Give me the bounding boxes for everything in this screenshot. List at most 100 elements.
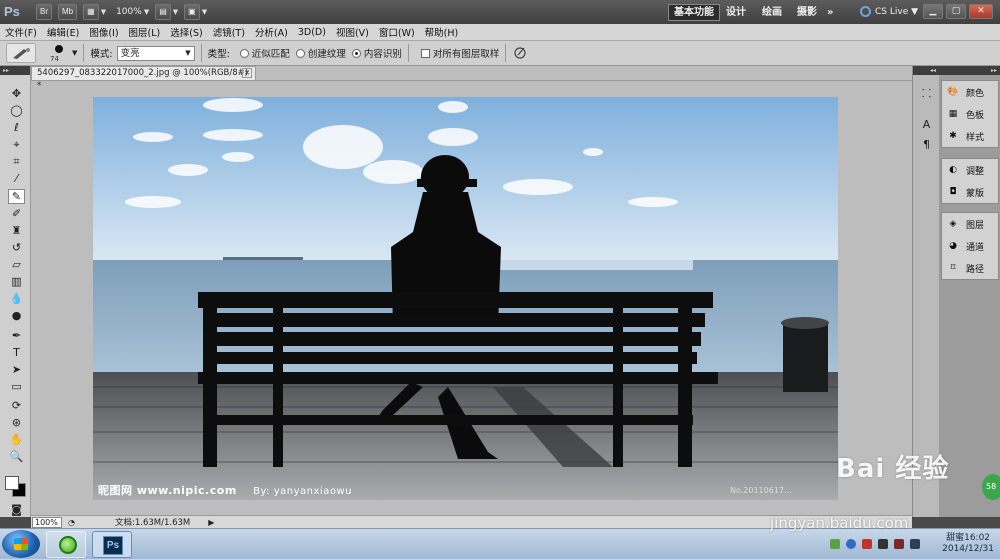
quick-mask-icon[interactable]: ◙ xyxy=(8,502,25,517)
status-options-icon[interactable]: ◔ xyxy=(68,518,75,527)
start-button[interactable] xyxy=(2,530,40,558)
photoshop-window: Ps Br Mb ▦ ▼ 100% ▼ ▤ ▼ ▣ ▼ 基本功能 设计 绘画 摄影 » … xyxy=(0,0,1000,559)
help-icon[interactable] xyxy=(846,539,856,549)
chevron-right-icon[interactable]: ▶ xyxy=(208,518,214,527)
more-workspaces-button[interactable]: » xyxy=(827,4,833,21)
radio-create-texture[interactable] xyxy=(295,48,305,58)
paragraph-panel-icon[interactable]: ¶ xyxy=(918,138,935,154)
eyedropper-tool-icon[interactable]: ⁄ xyxy=(8,171,25,186)
panel-tab-styles[interactable]: ✱ 样式 xyxy=(942,125,998,147)
3d-orbit-tool-icon[interactable]: ⊛ xyxy=(8,415,25,430)
checkbox-label: 对所有图层取样 xyxy=(432,49,500,60)
type-label: 类型: xyxy=(207,49,230,60)
network-icon[interactable] xyxy=(878,539,888,549)
menu-select[interactable]: 选择(S) xyxy=(165,25,207,39)
menu-analysis[interactable]: 分析(A) xyxy=(250,25,293,39)
spot-healing-tool-icon[interactable]: ✎ xyxy=(8,189,25,204)
eraser-tool-icon[interactable]: ▱ xyxy=(8,257,25,272)
3d-rotate-tool-icon[interactable]: ⟳ xyxy=(8,398,25,413)
gradient-tool-icon[interactable]: ▥ xyxy=(8,274,25,289)
crop-tool-icon[interactable]: ⌗ xyxy=(8,154,25,169)
menu-view[interactable]: 视图(V) xyxy=(331,25,374,39)
zoom-field[interactable]: 100% xyxy=(32,516,62,528)
move-tool-icon[interactable]: ✥ xyxy=(8,86,25,101)
close-button[interactable]: ✕ xyxy=(969,4,993,19)
menu-file[interactable]: 文件(F) xyxy=(0,25,42,39)
character-panel-icon[interactable]: A xyxy=(918,118,935,134)
floating-badge[interactable]: 58 xyxy=(982,474,1000,500)
panel-tab-adjustments[interactable]: ◐ 调整 xyxy=(942,159,998,181)
panel-collapse-handle[interactable]: ▸▸ xyxy=(939,66,1000,75)
minimize-button[interactable]: ▁ xyxy=(923,4,943,19)
security-icon[interactable] xyxy=(862,539,872,549)
pen-tool-icon[interactable]: ✒ xyxy=(8,328,25,343)
quick-select-tool-icon[interactable]: ⌖ xyxy=(8,137,25,152)
mask-icon: ◘ xyxy=(949,187,957,197)
menu-layer[interactable]: 图层(L) xyxy=(124,25,166,39)
volume-icon[interactable] xyxy=(910,539,920,549)
brush-tool-icon[interactable]: ✐ xyxy=(8,206,25,221)
menu-3d[interactable]: 3D(D) xyxy=(293,27,331,38)
nipic-watermark: 昵图网 www.nipic.com By: yanyanxiaowu xyxy=(98,484,352,497)
taskbar-photoshop-button[interactable]: Ps xyxy=(92,531,132,558)
tool-preset-picker[interactable] xyxy=(6,43,36,63)
mode-select[interactable]: 变亮 ▼ xyxy=(116,45,195,61)
menu-window[interactable]: 窗口(W) xyxy=(374,25,420,39)
foreground-color-swatch[interactable] xyxy=(5,476,19,490)
marquee-tool-icon[interactable]: ◯ xyxy=(8,103,25,118)
radio-content-aware[interactable] xyxy=(351,48,361,58)
divider xyxy=(407,44,409,62)
maximize-button[interactable]: ▢ xyxy=(946,4,966,19)
panel-tab-masks[interactable]: ◘ 蒙版 xyxy=(942,181,998,203)
document-tab[interactable]: 5406297_083322017000_2.jpg @ 100%(RGB/8#… xyxy=(31,66,256,91)
screen-mode-button[interactable]: ▣ xyxy=(184,4,200,20)
workspace-photography[interactable]: 摄影 xyxy=(797,4,817,21)
bridge-button[interactable]: Br xyxy=(36,4,52,20)
hand-tool-icon[interactable]: ✋ xyxy=(8,432,25,447)
brush-size-picker[interactable]: 74 xyxy=(46,43,72,63)
workspace-design[interactable]: 设计 xyxy=(726,4,746,21)
zoom-level-display[interactable]: 100% xyxy=(116,7,142,17)
shape-tool-icon[interactable]: ▭ xyxy=(8,379,25,394)
workspace-painting[interactable]: 绘画 xyxy=(762,4,782,21)
document-canvas-image[interactable] xyxy=(93,97,838,500)
menu-image[interactable]: 图像(I) xyxy=(84,25,123,39)
zoom-tool-icon[interactable]: 🔍 xyxy=(8,449,25,464)
browser-icon xyxy=(59,536,77,554)
tray-app-icon[interactable] xyxy=(830,539,840,549)
layers-icon: ◈ xyxy=(949,219,957,229)
menu-filter[interactable]: 滤镜(T) xyxy=(208,25,250,39)
chevron-down-icon[interactable]: ▼ xyxy=(72,49,77,57)
clock[interactable]: 甜蜜16:02 2014/12/31 xyxy=(942,533,994,555)
sample-all-layers-checkbox[interactable] xyxy=(420,48,430,58)
blur-tool-icon[interactable]: 💧 xyxy=(8,291,25,306)
mini-bridge-button[interactable]: Mb xyxy=(58,4,78,20)
history-panel-icon[interactable]: ⸬ xyxy=(918,86,935,102)
cs-live-button[interactable]: CS Live ▼ xyxy=(860,4,918,21)
system-tray: 甜蜜16:02 2014/12/31 xyxy=(808,532,998,557)
lasso-tool-icon[interactable]: ℓ xyxy=(8,120,25,135)
brush-tip-icon xyxy=(55,45,63,53)
panel-tab-swatches[interactable]: ▦ 色板 xyxy=(942,103,998,125)
taskbar-browser-button[interactable] xyxy=(46,531,86,558)
menu-edit[interactable]: 编辑(E) xyxy=(42,25,84,39)
dodge-tool-icon[interactable]: ● xyxy=(8,308,25,323)
history-brush-tool-icon[interactable]: ↺ xyxy=(8,240,25,255)
clone-stamp-tool-icon[interactable]: ♜ xyxy=(8,223,25,238)
radio-proximity-match[interactable] xyxy=(239,48,249,58)
panel-collapse-handle[interactable]: ▸▸ xyxy=(0,66,30,75)
panel-tab-color[interactable]: 🎨 颜色 xyxy=(942,81,998,103)
panel-tab-layers[interactable]: ◈ 图层 xyxy=(942,213,998,235)
view-extras-button[interactable]: ▦ xyxy=(83,4,99,20)
panel-tab-channels[interactable]: ◕ 通道 xyxy=(942,235,998,257)
menu-help[interactable]: 帮助(H) xyxy=(420,25,464,39)
arrange-documents-button[interactable]: ▤ xyxy=(155,4,171,20)
close-document-icon[interactable]: ✕ xyxy=(242,68,252,78)
panel-collapse-handle[interactable]: ◂◂ xyxy=(913,66,939,75)
workspace-essentials[interactable]: 基本功能 xyxy=(668,4,720,21)
input-method-icon[interactable] xyxy=(894,539,904,549)
pressure-size-icon[interactable] xyxy=(512,46,528,60)
panel-tab-paths[interactable]: ⌑ 路径 xyxy=(942,257,998,279)
path-select-tool-icon[interactable]: ➤ xyxy=(8,362,25,377)
type-tool-icon[interactable]: T xyxy=(8,345,25,360)
